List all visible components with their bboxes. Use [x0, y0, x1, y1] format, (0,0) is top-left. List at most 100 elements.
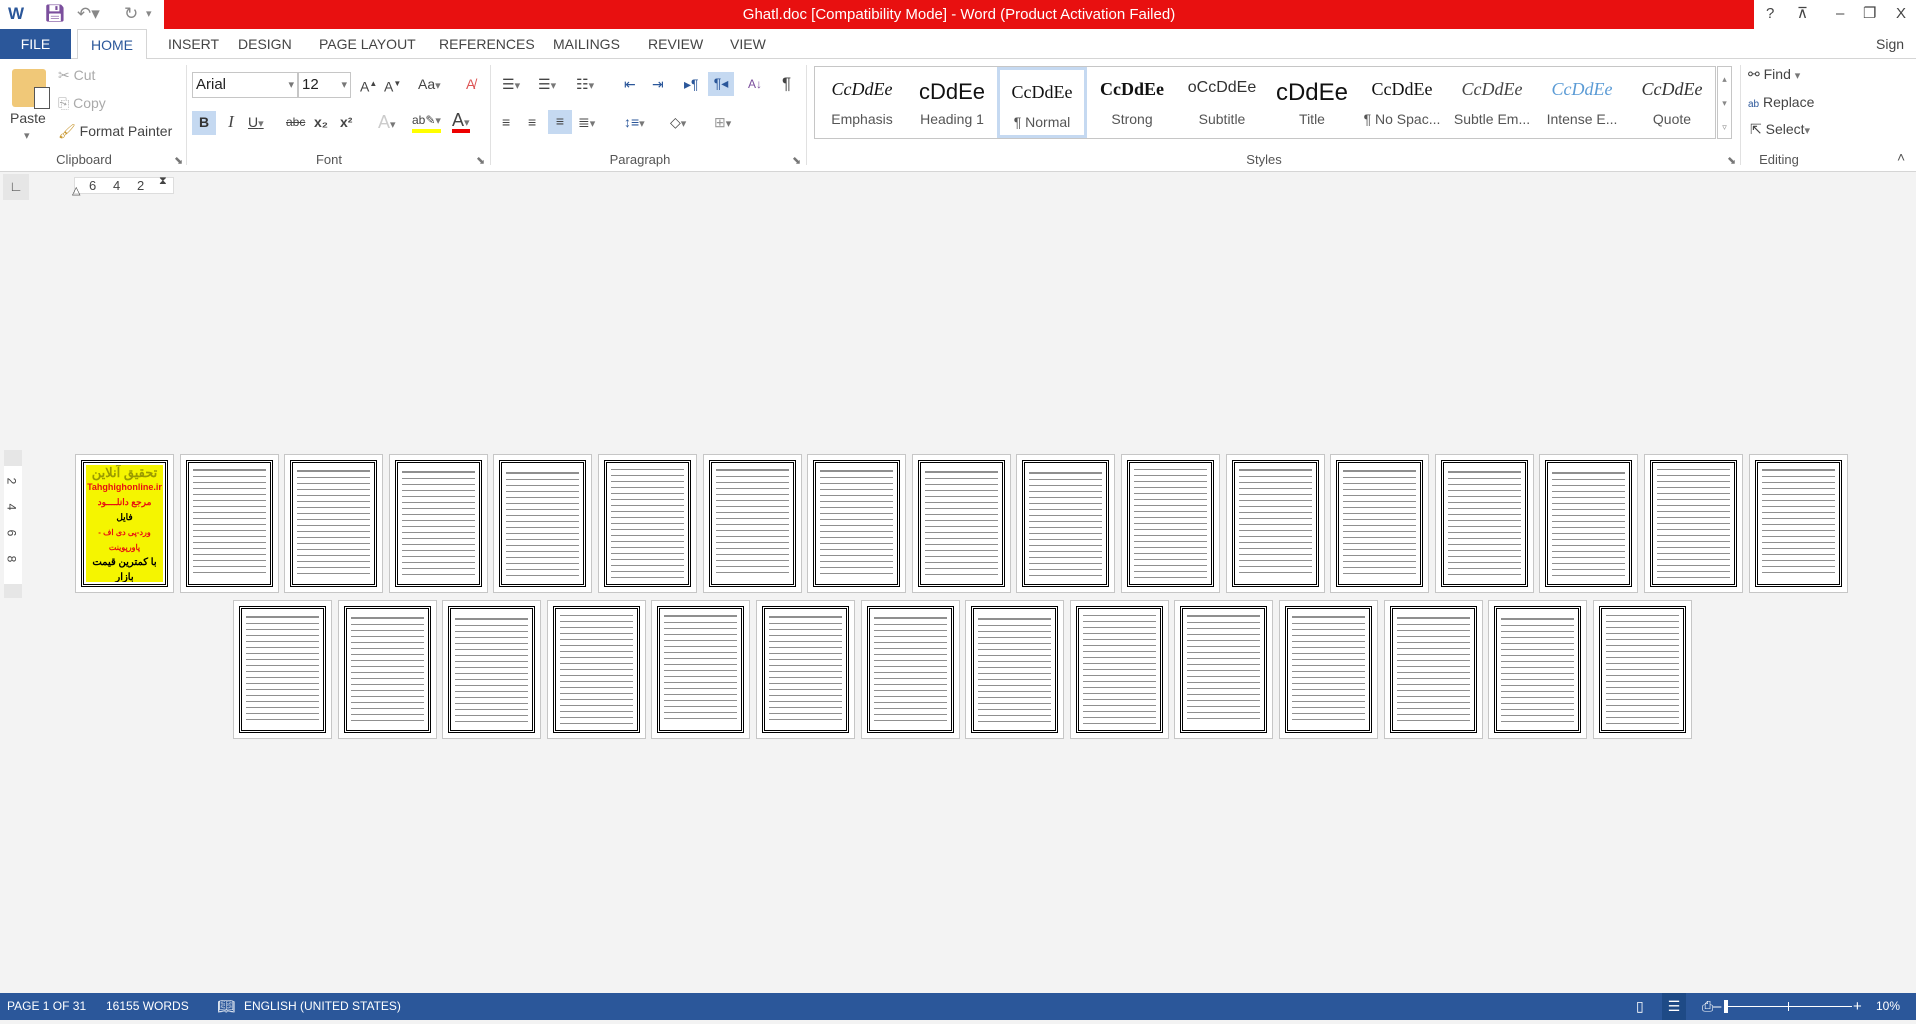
zoom-out-button[interactable]: –: [1713, 993, 1721, 1020]
font-launcher-icon[interactable]: ⬊: [476, 154, 485, 167]
paste-dropdown-icon[interactable]: ▾: [24, 129, 30, 142]
bullets-icon[interactable]: ☰▾: [502, 73, 520, 97]
page-thumbnail[interactable]: [1225, 454, 1325, 593]
page-thumbnail[interactable]: [965, 600, 1065, 739]
page-thumbnail[interactable]: [493, 454, 593, 593]
styles-launcher-icon[interactable]: ⬊: [1727, 154, 1736, 167]
underline-button[interactable]: U▾: [248, 111, 264, 135]
font-color-icon[interactable]: A▾: [452, 109, 470, 133]
style-subtitle[interactable]: oCcDdEe Subtitle: [1177, 67, 1267, 138]
page-thumbnail[interactable]: [233, 600, 332, 739]
align-center-icon[interactable]: ≡: [528, 111, 536, 135]
tab-insert[interactable]: INSERT: [160, 29, 227, 59]
help-icon[interactable]: ?: [1766, 3, 1774, 25]
numbering-icon[interactable]: ☰▾: [538, 73, 556, 97]
italic-button[interactable]: I: [222, 111, 240, 135]
page-thumbnail[interactable]: [337, 600, 437, 739]
zoom-in-button[interactable]: +: [1853, 993, 1862, 1020]
page-thumbnail[interactable]: [1330, 454, 1430, 593]
page-thumbnail[interactable]: [388, 454, 488, 593]
copy-button[interactable]: ⎘ Copy: [58, 92, 106, 116]
vertical-ruler[interactable]: 2 4 6 8: [4, 450, 22, 598]
cut-button[interactable]: ✂ Cut: [58, 64, 95, 88]
tab-selector-icon[interactable]: ∟: [3, 174, 29, 200]
scroll-up-icon[interactable]: ▴: [1718, 67, 1731, 91]
align-left-icon[interactable]: ≡: [502, 111, 510, 135]
page-thumbnail[interactable]: [179, 454, 279, 593]
paragraph-launcher-icon[interactable]: ⬊: [792, 154, 801, 167]
page-thumbnail[interactable]: [1434, 454, 1534, 593]
ltr-direction-icon[interactable]: ▸¶: [684, 73, 699, 97]
minimize-button[interactable]: –: [1836, 3, 1844, 25]
rtl-direction-icon[interactable]: ¶◂: [708, 72, 734, 96]
restore-button[interactable]: ❐: [1863, 3, 1876, 25]
change-case-button[interactable]: Aa▾: [418, 73, 441, 97]
increase-indent-icon[interactable]: ⇥: [652, 73, 664, 97]
close-button[interactable]: X: [1896, 3, 1906, 25]
page-thumbnail[interactable]: [1069, 600, 1169, 739]
page-thumbnail[interactable]: [442, 600, 542, 739]
proofing-icon[interactable]: 📖︎: [217, 993, 235, 1020]
justify-icon[interactable]: ≣▾: [578, 111, 595, 135]
left-indent-marker[interactable]: △: [72, 184, 80, 199]
tab-references[interactable]: REFERENCES: [431, 29, 543, 59]
page-thumbnail[interactable]: تحقیق آنلاین Tahghighonline.ir مرجع دانلــ…: [75, 454, 174, 593]
horizontal-ruler[interactable]: 6 4 2 △ ⧗: [72, 174, 174, 197]
style-title[interactable]: cDdEe Title: [1267, 67, 1357, 138]
shrink-font-icon[interactable]: A▼: [384, 73, 401, 97]
zoom-level[interactable]: 10%: [1876, 993, 1900, 1020]
page-thumbnail[interactable]: [1174, 600, 1274, 739]
tab-design[interactable]: DESIGN: [230, 29, 300, 59]
page-thumbnail[interactable]: [1121, 454, 1220, 593]
font-size-field[interactable]: 12 ▾: [298, 72, 351, 98]
save-icon[interactable]: 💾︎: [44, 3, 66, 25]
font-name-field[interactable]: Arial ▾: [192, 72, 298, 98]
print-layout-icon[interactable]: ☰: [1662, 993, 1686, 1020]
page-thumbnail[interactable]: [756, 600, 855, 739]
decrease-indent-icon[interactable]: ⇤: [624, 73, 636, 97]
web-layout-icon[interactable]: ⎙: [1702, 993, 1713, 1020]
styles-scroll[interactable]: ▴ ▾ ▿: [1717, 66, 1732, 139]
format-painter-button[interactable]: 🖌︎ Format Painter: [58, 120, 172, 144]
redo-icon[interactable]: ↻: [124, 3, 138, 25]
style-subtle-em[interactable]: CcDdEe Subtle Em...: [1447, 67, 1537, 138]
style-heading-1[interactable]: cDdEe Heading 1: [907, 67, 997, 138]
style-strong[interactable]: CcDdEe Strong: [1087, 67, 1177, 138]
tab-home[interactable]: HOME: [77, 29, 147, 60]
page-thumbnail[interactable]: [598, 454, 697, 593]
word-count[interactable]: 16155 WORDS: [106, 993, 189, 1020]
line-spacing-icon[interactable]: ↕≡▾: [624, 111, 645, 135]
page-thumbnail[interactable]: [1592, 600, 1692, 739]
page-thumbnail[interactable]: [651, 600, 751, 739]
align-right-icon[interactable]: ≡: [548, 110, 572, 134]
page-thumbnail[interactable]: [1644, 454, 1743, 593]
ribbon-display-options-icon[interactable]: ⊼: [1797, 3, 1808, 25]
grow-font-icon[interactable]: A▲: [360, 73, 377, 97]
page-thumbnail[interactable]: [702, 454, 802, 593]
show-formatting-marks-icon[interactable]: ¶: [782, 73, 791, 97]
shading-icon[interactable]: ◇▾: [670, 111, 686, 135]
replace-button[interactable]: ab Replace: [1748, 91, 1814, 115]
style-emphasis[interactable]: CcDdEe Emphasis: [817, 67, 907, 138]
language-indicator[interactable]: ENGLISH (UNITED STATES): [244, 993, 401, 1020]
paste-icon[interactable]: [12, 69, 50, 109]
tab-view[interactable]: VIEW: [722, 29, 774, 59]
tab-page-layout[interactable]: PAGE LAYOUT: [311, 29, 424, 59]
tab-mailings[interactable]: MAILINGS: [545, 29, 628, 59]
clear-formatting-icon[interactable]: A̸: [466, 73, 475, 97]
paste-button[interactable]: Paste: [10, 107, 46, 131]
more-styles-icon[interactable]: ▿: [1718, 115, 1731, 139]
borders-icon[interactable]: ⊞▾: [714, 111, 731, 135]
subscript-button[interactable]: x₂: [314, 111, 328, 135]
customize-toolbar-icon[interactable]: ▾: [146, 3, 152, 25]
tab-file[interactable]: FILE: [0, 29, 71, 59]
right-indent-marker[interactable]: ⧗: [159, 174, 167, 189]
page-thumbnail[interactable]: [860, 600, 960, 739]
clipboard-launcher-icon[interactable]: ⬊: [174, 154, 183, 167]
tab-review[interactable]: REVIEW: [640, 29, 711, 59]
collapse-ribbon-icon[interactable]: ˄: [1897, 149, 1905, 165]
style-intense-e[interactable]: CcDdEe Intense E...: [1537, 67, 1627, 138]
undo-icon[interactable]: ↶▾: [77, 3, 100, 25]
page-indicator[interactable]: PAGE 1 OF 31: [7, 993, 86, 1020]
read-mode-icon[interactable]: ▯: [1636, 993, 1644, 1020]
